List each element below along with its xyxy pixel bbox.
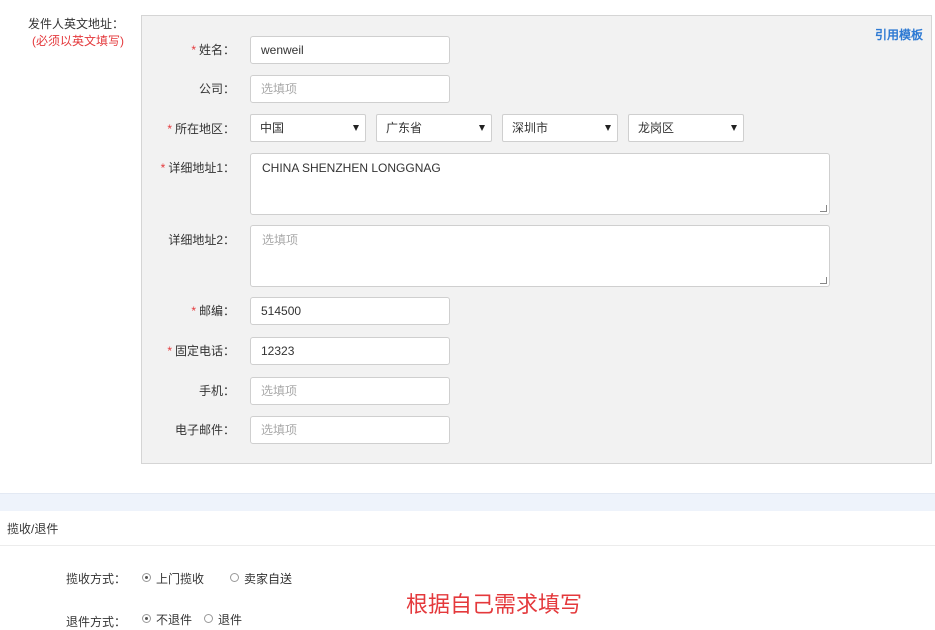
section-divider xyxy=(0,493,935,511)
country-select[interactable]: 中国 xyxy=(250,114,366,142)
sender-section-note: (必须以英文填写) xyxy=(32,34,124,48)
resize-handle-icon[interactable] xyxy=(820,277,827,284)
email-label: 电子邮件： xyxy=(174,423,235,437)
address2-textarea[interactable]: 选填项 xyxy=(250,225,830,287)
mobile-label: 手机： xyxy=(198,384,235,398)
company-label: 公司： xyxy=(198,82,235,96)
required-mark: * xyxy=(191,43,196,57)
chevron-down-icon xyxy=(479,125,485,131)
sender-section-title: 发件人英文地址： xyxy=(27,17,124,31)
required-mark: * xyxy=(160,161,166,175)
radio-return[interactable] xyxy=(204,614,213,623)
return-method-label: 退件方式： xyxy=(65,615,126,629)
address2-label: 详细地址2： xyxy=(168,233,235,247)
postcode-input[interactable]: 514500 xyxy=(250,297,450,325)
email-input[interactable]: 选填项 xyxy=(250,416,450,444)
phone-input[interactable]: 12323 xyxy=(250,337,450,365)
district-select[interactable]: 龙岗区 xyxy=(628,114,744,142)
name-input[interactable]: wenweil xyxy=(250,36,450,64)
sender-section-label: 发件人英文地址： (必须以英文填写) xyxy=(0,16,124,50)
city-select[interactable]: 深圳市 xyxy=(502,114,618,142)
sender-address-panel: 引用模板 * 姓名： wenweil 公司： 选填项 * 所在地区： 中国 广东省 … xyxy=(141,15,932,464)
radio-return-label[interactable]: 退件 xyxy=(218,611,242,628)
address1-value: CHINA SHENZHEN LONGGNAG xyxy=(262,161,441,175)
chevron-down-icon xyxy=(605,125,611,131)
required-mark: * xyxy=(167,122,172,136)
pickup-return-section-title: 揽收/退件 xyxy=(7,522,59,536)
phone-label: * 固定电话： xyxy=(167,344,235,358)
name-label: * 姓名： xyxy=(191,43,235,57)
section-separator xyxy=(0,545,935,546)
use-template-link[interactable]: 引用模板 xyxy=(875,26,923,43)
address1-label: * 详细地址1： xyxy=(160,161,235,175)
district-select-value: 龙岗区 xyxy=(638,121,675,135)
province-select-value: 广东省 xyxy=(386,121,423,135)
radio-no-return[interactable] xyxy=(142,614,151,623)
radio-door-pickup-label[interactable]: 上门揽收 xyxy=(156,570,204,587)
radio-door-pickup[interactable] xyxy=(142,573,151,582)
radio-self-delivery-label[interactable]: 卖家自送 xyxy=(244,570,292,587)
company-input[interactable]: 选填项 xyxy=(250,75,450,103)
country-select-value: 中国 xyxy=(260,121,285,135)
radio-no-return-label[interactable]: 不退件 xyxy=(156,611,192,628)
mobile-input[interactable]: 选填项 xyxy=(250,377,450,405)
required-mark: * xyxy=(167,344,172,358)
address1-textarea[interactable]: CHINA SHENZHEN LONGGNAG xyxy=(250,153,830,215)
radio-self-delivery[interactable] xyxy=(230,573,239,582)
province-select[interactable]: 广东省 xyxy=(376,114,492,142)
resize-handle-icon[interactable] xyxy=(820,205,827,212)
pickup-method-label: 揽收方式： xyxy=(65,572,126,586)
annotation-text: 根据自己需求填写 xyxy=(406,593,583,618)
chevron-down-icon xyxy=(731,125,737,131)
required-mark: * xyxy=(191,304,196,318)
city-select-value: 深圳市 xyxy=(512,121,549,135)
address2-placeholder: 选填项 xyxy=(262,233,299,247)
region-label: * 所在地区： xyxy=(167,122,235,136)
postcode-label: * 邮编： xyxy=(191,304,235,318)
chevron-down-icon xyxy=(353,125,359,131)
